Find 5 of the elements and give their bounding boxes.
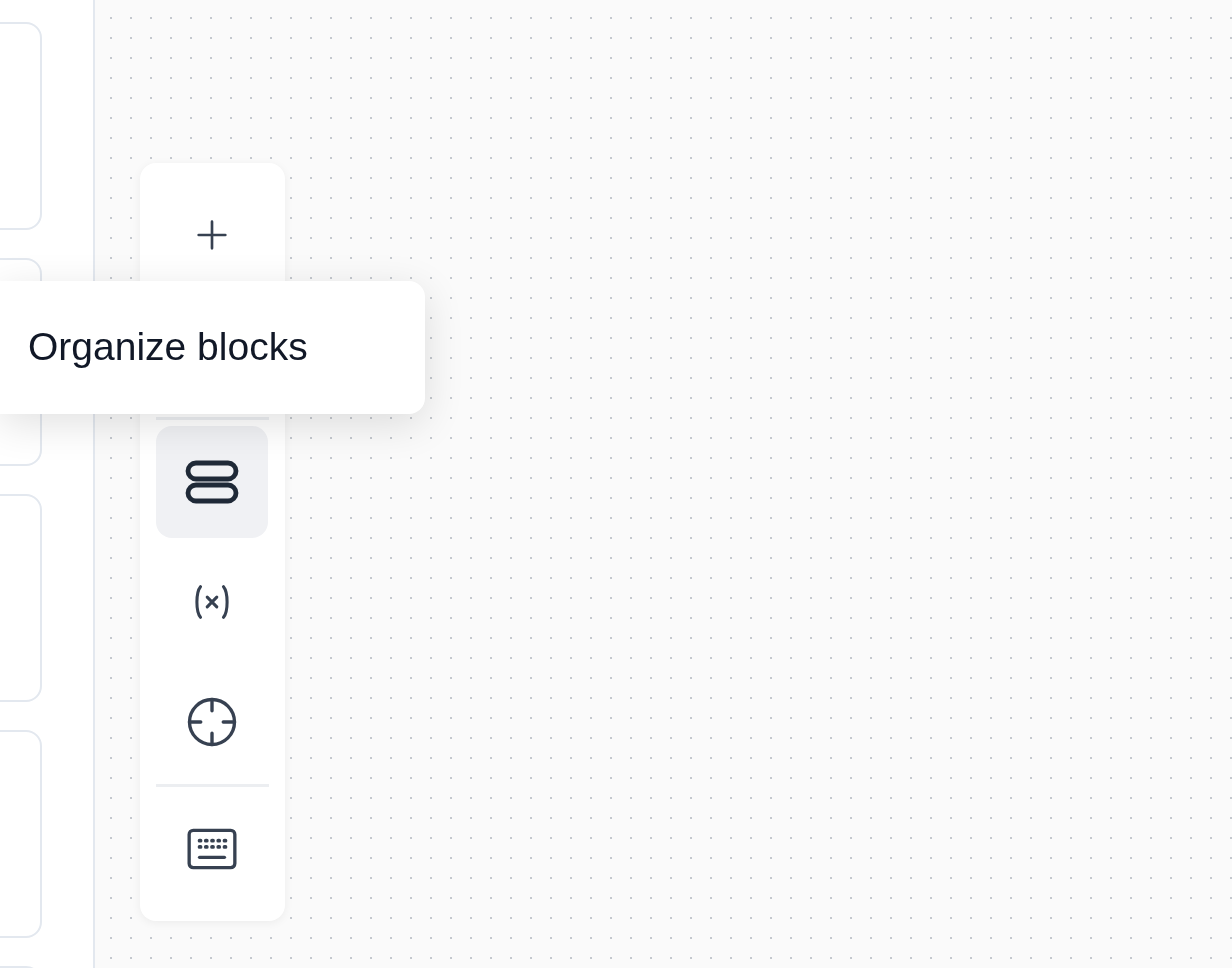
stacked-rows-icon xyxy=(184,459,240,505)
tooltip-text: Organize blocks xyxy=(28,324,308,371)
toolbar-button[interactable] xyxy=(156,426,268,538)
keyboard-icon xyxy=(185,826,239,872)
crosshair-icon xyxy=(185,695,239,749)
